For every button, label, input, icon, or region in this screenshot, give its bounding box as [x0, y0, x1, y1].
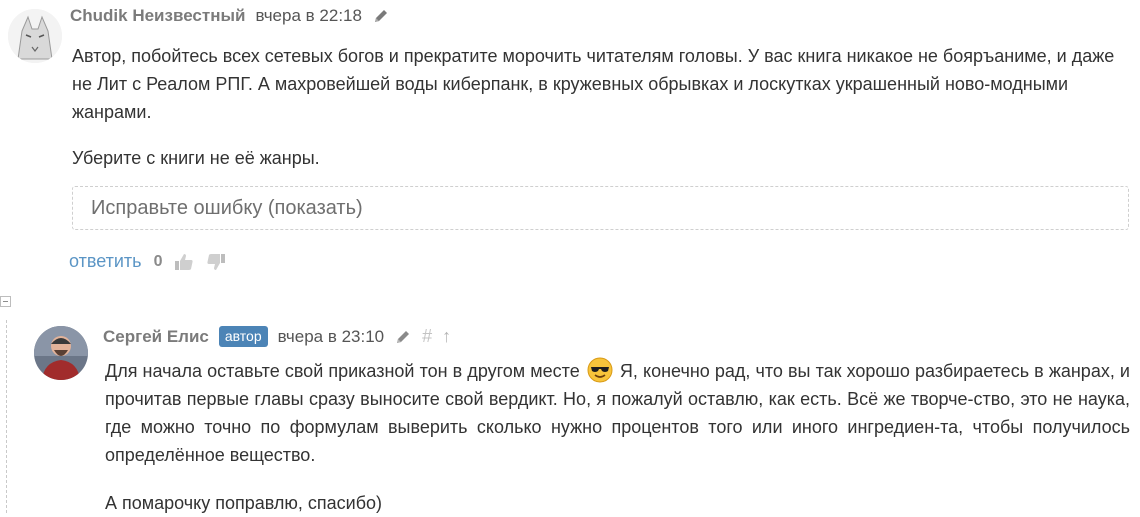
pencil-icon[interactable]: [394, 328, 412, 346]
comment-sergey: Сергей Елис автор вчера в 23:10 # ↑ Для …: [0, 0, 1140, 513]
comment-text-part: Для начала оставьте свой приказной тон в…: [105, 361, 580, 381]
comment-meta: Сергей Елис автор вчера в 23:10 # ↑: [103, 326, 451, 347]
author-badge: автор: [218, 326, 268, 347]
author-name[interactable]: Сергей Елис: [103, 327, 209, 347]
permalink-hash[interactable]: #: [422, 326, 432, 347]
sunglasses-emoji-icon: [587, 357, 613, 383]
avatar[interactable]: [34, 326, 88, 380]
person-avatar-icon: [34, 326, 88, 380]
comment-time[interactable]: вчера в 23:10: [278, 327, 385, 347]
parent-arrow-icon[interactable]: ↑: [442, 326, 451, 347]
comment-text: Для начала оставьте свой приказной тон в…: [105, 357, 1130, 469]
